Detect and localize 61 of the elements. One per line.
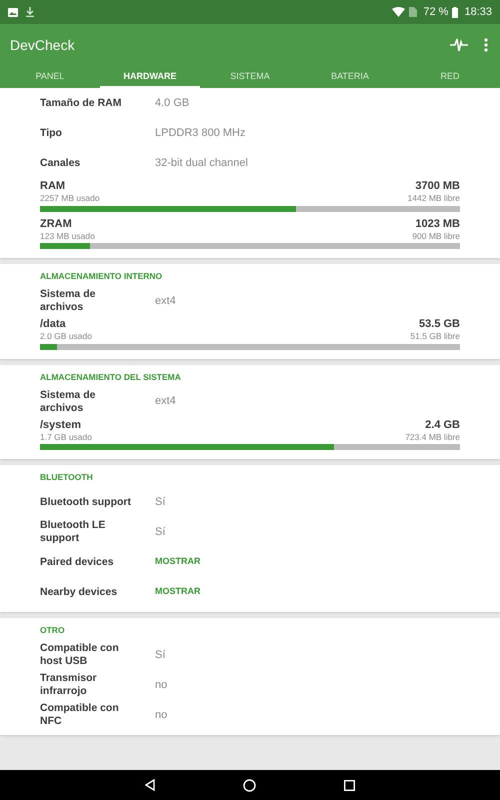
battery-icon (452, 6, 458, 18)
image-icon (8, 8, 18, 16)
property-value: Sí (155, 494, 166, 510)
free-amount: 1442 MB libre (408, 194, 460, 202)
download-icon (26, 7, 34, 17)
storage-total: 1023 MB (415, 218, 460, 230)
section-heading: ALMACENAMIENTO INTERNO (40, 272, 164, 283)
property-label: Paired devices (40, 556, 115, 568)
used-amount: 123 MB usado (40, 232, 95, 240)
property-label: Nearby devices (40, 586, 118, 598)
tab[interactable]: PANEL (0, 66, 100, 88)
property-label: Sistema de archivos (40, 388, 96, 414)
no-sim-icon (409, 7, 418, 17)
property-label: Bluetooth support (40, 496, 132, 508)
property-label: Sistema de archivos (40, 288, 96, 314)
storage-name: RAM (40, 181, 66, 192)
tab[interactable]: SISTEMA (200, 66, 300, 88)
app-title: DevCheck (10, 36, 75, 54)
property-label: Bluetooth LE support (40, 519, 106, 545)
wifi-icon (392, 7, 406, 17)
storage-total: 3700 MB (415, 181, 460, 192)
used-amount: 2257 MB usado (40, 194, 100, 202)
section-heading: BLUETOOTH (40, 473, 94, 484)
used-amount: 1.7 GB usado (40, 432, 92, 441)
pulse-icon[interactable] (450, 38, 468, 52)
storage-name: ZRAM (40, 218, 72, 230)
free-amount: 51.5 GB libre (410, 332, 460, 340)
property-label: Tipo (40, 126, 63, 140)
property-value: 32-bit dual channel (155, 156, 248, 171)
section-heading: ALMACENAMIENTO DEL SISTEMA (40, 372, 182, 384)
property-label: Transmisor infrarrojo (40, 672, 98, 698)
clock: 18:33 (464, 4, 492, 20)
property-value: no (155, 678, 168, 693)
property-label: Compatible con NFC (40, 702, 120, 728)
property-value: ext4 (155, 294, 176, 309)
property-label: Canales (40, 156, 82, 170)
more-options-icon[interactable] (484, 38, 488, 52)
section-heading: OTRO (40, 626, 66, 637)
property-value: 4.0 GB (155, 96, 190, 111)
property-value: ext4 (155, 394, 176, 410)
storage-name: /data (40, 319, 66, 330)
free-amount: 723.4 MB libre (405, 432, 460, 441)
property-value: LPDDR3 800 MHz (155, 126, 246, 141)
storage-total: 53.5 GB (419, 319, 460, 330)
back-icon[interactable] (145, 779, 155, 791)
free-amount: 900 MB libre (412, 232, 460, 240)
used-amount: 2.0 GB usado (40, 332, 92, 340)
battery-percentage: 72 % (423, 4, 448, 20)
property-value: Sí (155, 648, 166, 663)
show-button[interactable]: MOSTRAR (155, 585, 200, 599)
property-label: Compatible con host USB (40, 642, 120, 668)
recents-icon[interactable] (344, 780, 355, 790)
tab[interactable]: RED (400, 66, 500, 88)
tab[interactable]: BATERIA (300, 66, 400, 88)
property-value: no (155, 708, 168, 723)
storage-name: /system (40, 420, 81, 430)
show-button[interactable]: MOSTRAR (155, 555, 200, 569)
storage-total: 2.4 GB (425, 420, 460, 430)
property-value: Sí (155, 524, 166, 540)
home-icon[interactable] (243, 778, 256, 792)
property-label: Tamaño de RAM (40, 96, 122, 110)
